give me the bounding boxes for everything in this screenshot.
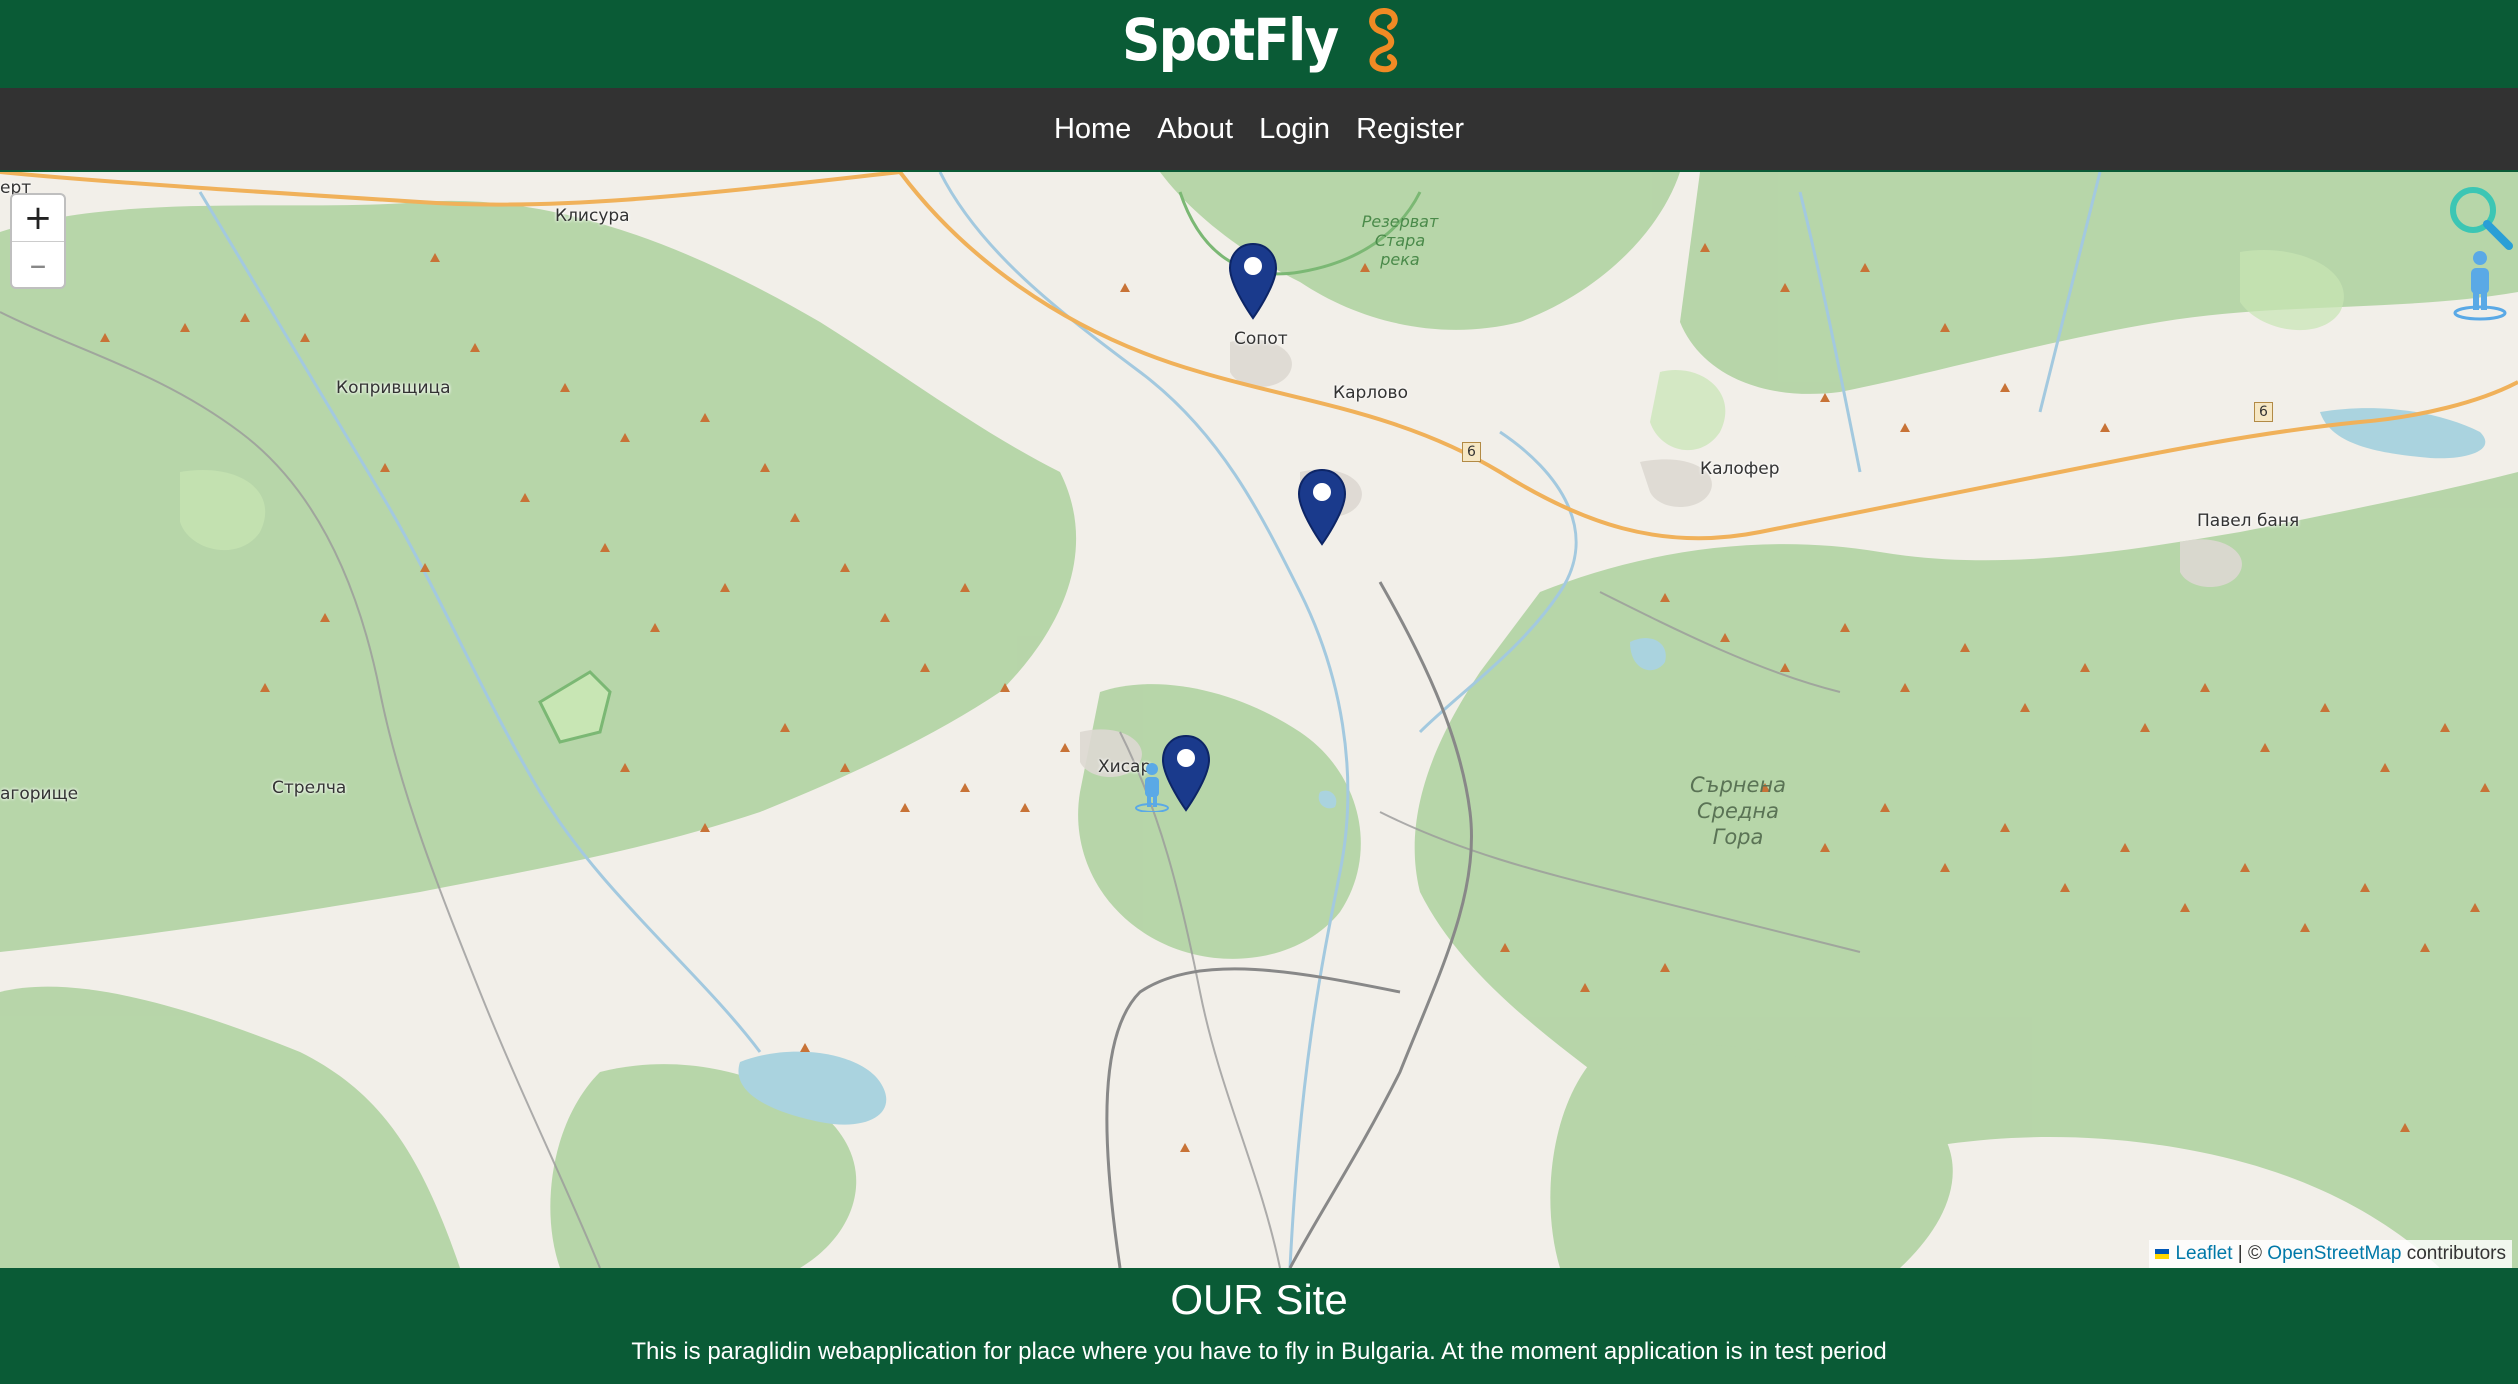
spiral-logo-icon (1369, 8, 1398, 73)
ukraine-flag-icon (2155, 1248, 2170, 1259)
footer-heading: OUR Site (1170, 1276, 1348, 1323)
logo[interactable]: SpotFly (1122, 0, 1402, 80)
site-header: SpotFly (0, 0, 2518, 88)
reserve-label-line: Резерват (1361, 212, 1439, 231)
place-label-sopot: Сопот (1234, 329, 1288, 349)
openstreetmap-link[interactable]: OpenStreetMap (2267, 1243, 2401, 1264)
forest-label-line: Сърнена (1689, 773, 1787, 797)
reserve-label-line: река (1380, 250, 1420, 269)
place-label-strelcha: Стрелча (272, 778, 347, 798)
forest-label-line: Гора (1712, 825, 1764, 849)
place-label-klisura: Клисура (555, 206, 630, 226)
nav-home[interactable]: Home (1054, 113, 1131, 146)
reserve-label: Резерват Стара река (1355, 212, 1445, 269)
zoom-in-button[interactable]: + (12, 195, 64, 242)
search-icon[interactable] (2445, 182, 2515, 252)
forest-label-line: Средна (1696, 799, 1780, 823)
place-label-karlovo: Карлово (1333, 383, 1408, 403)
locate-person-icon[interactable] (2452, 249, 2508, 321)
footer-text: This is paraglidin webapplication for pl… (631, 1338, 1887, 1365)
place-label-agorishte: агорище (0, 784, 79, 804)
leaflet-link[interactable]: Leaflet (2175, 1243, 2232, 1264)
attribution-separator: | © (2237, 1243, 2263, 1264)
main-nav: Home About Login Register (0, 88, 2518, 170)
place-label-pavel-banya: Павел баня (2197, 511, 2300, 531)
forest-label-sarnena-sredna-gora: Сърнена Средна Гора (1683, 772, 1793, 850)
logo-text: SpotFly (1122, 6, 1339, 74)
map-marker-icon[interactable] (1297, 468, 1347, 546)
map-marker-icon[interactable] (1228, 242, 1278, 320)
zoom-control: + – (10, 193, 66, 289)
reserve-label-line: Стара (1374, 231, 1426, 250)
road-number-badge: 6 (1462, 442, 1481, 462)
map-container[interactable]: Клисура Копривщица Сопот Карлово Калофер… (0, 172, 2518, 1268)
place-label-koprivshtitsa: Копривщица (336, 378, 451, 398)
road-number-badge: 6 (2254, 402, 2273, 422)
zoom-out-button[interactable]: – (12, 242, 64, 288)
map-attribution: Leaflet | © OpenStreetMap contributors (2149, 1240, 2512, 1268)
nav-about[interactable]: About (1157, 113, 1233, 146)
nav-register[interactable]: Register (1356, 113, 1464, 146)
paraglider-person-icon (1135, 763, 1169, 812)
attribution-suffix: contributors (2406, 1243, 2506, 1264)
nav-login[interactable]: Login (1259, 113, 1330, 146)
place-label-kalofer: Калофер (1700, 459, 1780, 479)
site-footer: OUR Site This is paraglidin webapplicati… (0, 1268, 2518, 1384)
